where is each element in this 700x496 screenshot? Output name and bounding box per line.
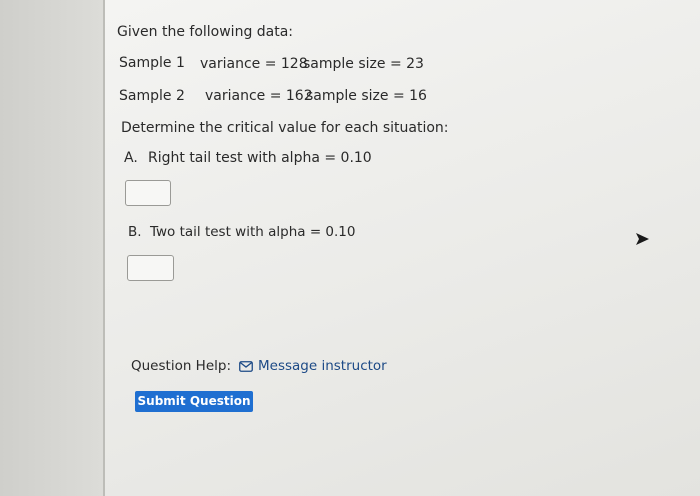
part-a-text: Right tail test with alpha = 0.10 [148, 150, 372, 166]
part-b-label: B. [128, 224, 142, 240]
envelope-icon [239, 360, 253, 372]
sample-2-name: Sample 2 [119, 88, 185, 104]
question-help-row: Question Help: Message instructor [131, 358, 387, 374]
sample-1-name: Sample 1 [119, 55, 185, 71]
question-panel [105, 0, 700, 496]
part-b-text: Two tail test with alpha = 0.10 [150, 224, 356, 240]
left-margin-strip [0, 0, 103, 496]
sample-2-variance: variance = 162 [205, 88, 313, 104]
prompt-text: Determine the critical value for each si… [121, 120, 449, 136]
mouse-cursor-icon [636, 233, 649, 245]
sample-1-variance: variance = 128 [200, 56, 308, 72]
submit-question-button[interactable]: Submit Question [135, 391, 253, 412]
intro-text: Given the following data: [117, 24, 294, 40]
sample-1-size: sample size = 23 [303, 56, 424, 72]
message-instructor-label: Message instructor [258, 358, 387, 374]
sample-2-size: sample size = 16 [306, 88, 427, 104]
part-a-answer-input[interactable] [125, 180, 171, 206]
part-b-answer-input[interactable] [127, 255, 174, 281]
question-help-label: Question Help: [131, 358, 231, 374]
part-a-label: A. [124, 150, 138, 166]
message-instructor-link[interactable]: Message instructor [239, 358, 387, 374]
